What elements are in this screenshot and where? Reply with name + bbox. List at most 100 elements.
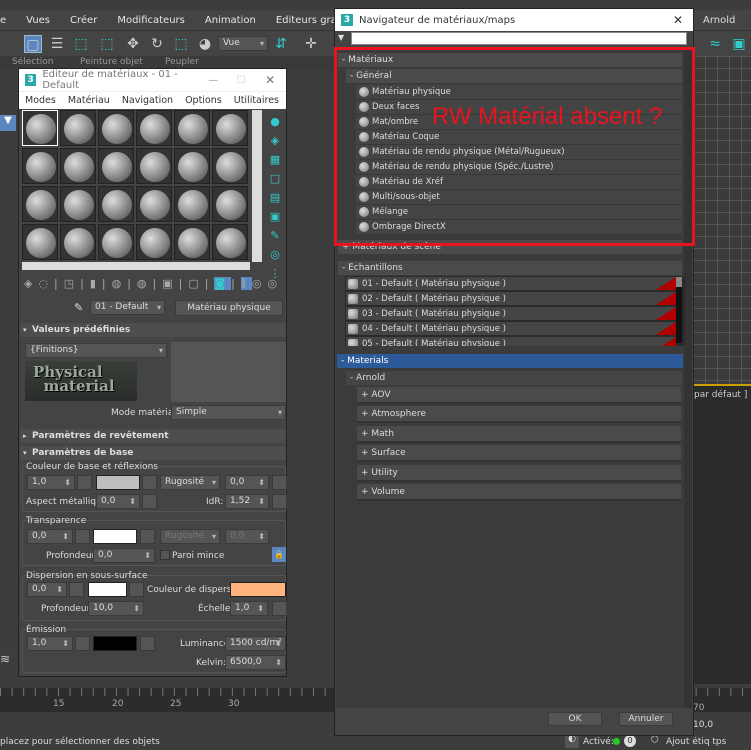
sample-slot[interactable] <box>60 110 96 146</box>
ior-value[interactable]: 1,52 <box>225 494 269 509</box>
sample-slot[interactable] <box>22 224 58 260</box>
transp-roughness-dropdown[interactable]: Rugosité <box>160 529 220 544</box>
count-badge[interactable]: 0 <box>624 735 636 747</box>
shield-icon[interactable]: ◐ <box>565 734 579 748</box>
section-materials-arnold[interactable]: - Materials <box>337 354 683 368</box>
sample-slot[interactable] <box>174 110 210 146</box>
map-button[interactable] <box>77 475 92 490</box>
thin-wall-checkbox[interactable] <box>160 550 170 560</box>
sample-slot[interactable] <box>22 186 58 222</box>
sample-item[interactable]: 02 - Default ( Matériau physique ) <box>346 292 676 306</box>
arnold-category[interactable]: + Math <box>357 425 681 443</box>
roughness-dropdown[interactable]: Rugosité <box>160 475 220 490</box>
navigator-titlebar[interactable]: 3 Navigateur de matériaux/maps ✕ <box>335 9 693 31</box>
sample-slot[interactable] <box>174 224 210 260</box>
time-value[interactable]: 10,0 <box>693 720 713 730</box>
add-tag-button[interactable]: Ajout étiq tps <box>666 737 726 747</box>
base-weight[interactable]: 1,0 <box>27 475 75 490</box>
sample-item[interactable]: 04 - Default ( Matériau physique ) <box>346 322 676 336</box>
minimize-button[interactable]: — <box>208 75 236 86</box>
sss-scale-value[interactable]: 1,0 <box>230 601 268 616</box>
viewport-top[interactable] <box>693 56 751 386</box>
arnold-category[interactable]: + AOV <box>357 387 681 404</box>
sample-slot[interactable] <box>98 148 134 184</box>
scale-icon[interactable]: ⬚ <box>172 35 190 53</box>
sample-item[interactable]: 05 - Default ( Matériau physique ) <box>346 337 676 346</box>
bottom-tool-icons[interactable]: ◈◌|◳|▮|◍|◍|▣|▢|◙|⫼◎◎ <box>24 277 283 291</box>
view-dropdown[interactable]: Vue <box>218 36 268 51</box>
rotate-icon[interactable]: ↻ <box>148 35 166 53</box>
select-icon[interactable]: ▢ <box>24 35 42 53</box>
map-button[interactable] <box>129 582 144 597</box>
menu-options[interactable]: Options <box>179 95 228 106</box>
sample-slot[interactable] <box>22 148 58 184</box>
menu-vues[interactable]: Vues <box>16 15 60 26</box>
sample-slot[interactable] <box>136 148 172 184</box>
map-button[interactable] <box>142 494 157 509</box>
cancel-button[interactable]: Annuler <box>619 712 673 726</box>
sss-depth-value[interactable]: 10,0 <box>88 601 144 616</box>
map-button[interactable] <box>272 475 287 490</box>
toolbar-icon[interactable]: ▣ <box>730 35 748 53</box>
menu-modificateurs[interactable]: Modificateurs <box>107 15 195 26</box>
map-button[interactable] <box>75 636 90 651</box>
toolbar-icon[interactable]: ≈ <box>706 35 724 53</box>
sample-item[interactable]: 03 - Default ( Matériau physique ) <box>346 307 676 321</box>
eyedropper-icon[interactable]: ✎ <box>74 301 83 314</box>
viewport-persp[interactable] <box>693 384 751 684</box>
sample-slot[interactable] <box>212 110 248 146</box>
transparency-color-swatch[interactable] <box>93 529 137 544</box>
map-button[interactable] <box>140 636 155 651</box>
transp-roughness-value[interactable]: 0,0 <box>225 529 269 544</box>
slots-scrollbar-v[interactable] <box>252 110 262 262</box>
scatter-color-swatch[interactable] <box>230 582 286 597</box>
sample-slot[interactable] <box>174 186 210 222</box>
snap-icon[interactable]: ✛ <box>302 35 320 53</box>
transparency-weight[interactable]: 0,0 <box>27 529 73 544</box>
lock-icon[interactable]: 🔒 <box>272 547 286 562</box>
map-button[interactable] <box>272 601 287 616</box>
metalness-value[interactable]: 0,0 <box>96 494 140 509</box>
group-arnold[interactable]: - Arnold <box>346 371 682 385</box>
sample-slot[interactable] <box>174 148 210 184</box>
viewport-label[interactable]: par défaut ] <box>694 390 747 400</box>
menu-creer[interactable]: Créer <box>60 15 107 26</box>
mode-dropdown[interactable]: Simple <box>171 405 286 420</box>
emission-weight[interactable]: 1,0 <box>27 636 73 651</box>
map-button[interactable] <box>142 475 157 490</box>
search-input[interactable] <box>351 32 687 45</box>
arnold-category[interactable]: + Volume <box>357 484 681 501</box>
luminance-value[interactable]: 1500 cd/m² <box>225 636 286 651</box>
transp-depth-value[interactable]: 0,0 <box>93 548 155 563</box>
sample-slot[interactable] <box>60 186 96 222</box>
sample-slot[interactable] <box>212 148 248 184</box>
select-by-name-icon[interactable]: ☰ <box>48 35 66 53</box>
move-icon[interactable]: ✥ <box>124 35 142 53</box>
material-name-dropdown[interactable]: 01 - Default <box>90 300 165 315</box>
sample-slot[interactable] <box>136 186 172 222</box>
material-type-button[interactable]: Matériau physique <box>175 300 283 316</box>
menu-utilitaires[interactable]: Utilitaires <box>228 95 285 106</box>
menu-modes[interactable]: Modes <box>19 95 62 106</box>
rollout-presets[interactable]: Valeurs prédéfinies <box>20 323 286 337</box>
sample-slot[interactable] <box>212 224 248 260</box>
map-button[interactable] <box>140 529 155 544</box>
sample-slot[interactable] <box>136 110 172 146</box>
material-editor-titlebar[interactable]: 3 Editeur de matériaux - 01 - Default — … <box>19 69 286 91</box>
sample-item[interactable]: 01 - Default ( Matériau physique ) <box>346 277 676 291</box>
sample-slot[interactable] <box>212 186 248 222</box>
base-color-swatch[interactable] <box>96 475 140 490</box>
sample-slot[interactable] <box>60 224 96 260</box>
emission-color-swatch[interactable] <box>93 636 137 651</box>
slots-scrollbar-h[interactable] <box>22 262 250 270</box>
pivot-icon[interactable]: ⇵ <box>272 35 290 53</box>
map-button[interactable] <box>272 494 287 509</box>
maximize-button[interactable]: ☐ <box>237 75 265 86</box>
window-crossing-icon[interactable]: ⬚ <box>98 35 116 53</box>
menu-navigation[interactable]: Navigation <box>116 95 179 106</box>
roughness-value[interactable]: 0,0 <box>225 475 269 490</box>
arnold-category[interactable]: + Atmosphere <box>357 406 681 424</box>
sss-weight[interactable]: 0,0 <box>27 582 67 597</box>
sample-slot[interactable] <box>136 224 172 260</box>
close-button[interactable]: ✕ <box>673 13 693 27</box>
